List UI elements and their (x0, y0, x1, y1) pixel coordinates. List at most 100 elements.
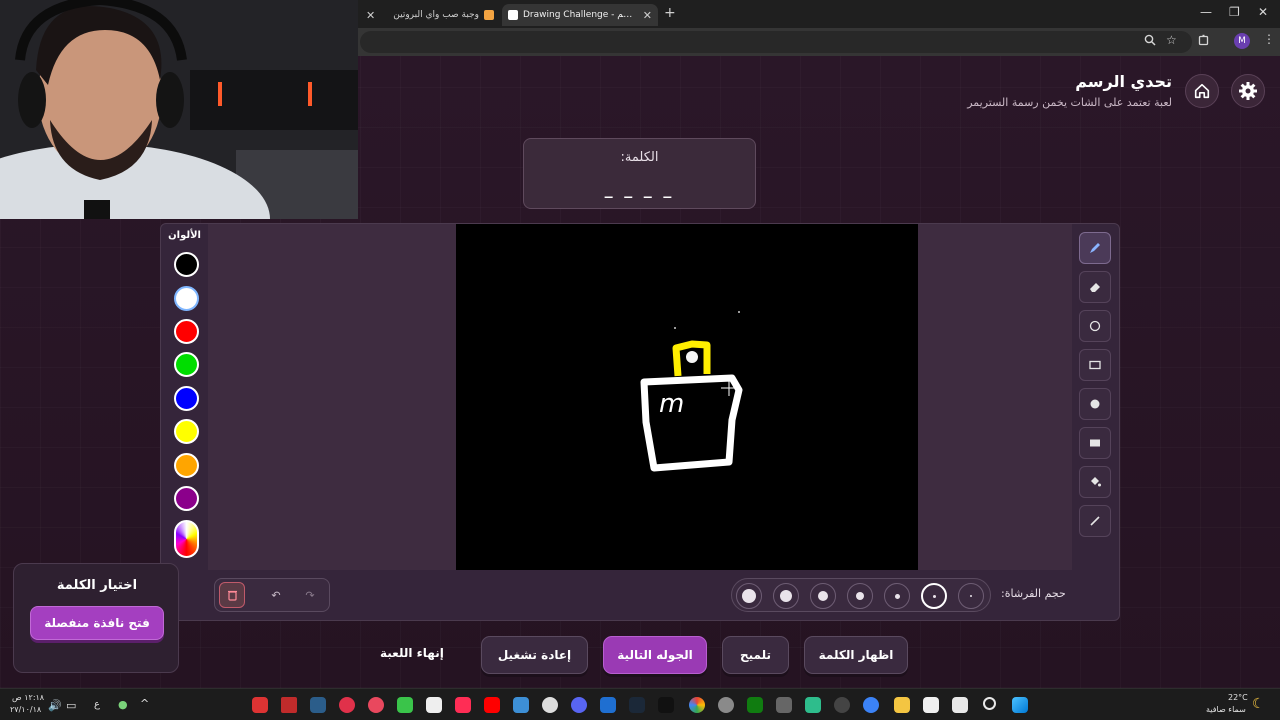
app-icon-22[interactable] (863, 697, 879, 713)
restore-window-icon[interactable]: ❐ (1229, 5, 1240, 19)
redo-button[interactable]: ↷ (297, 582, 323, 608)
webcam-overlay (0, 0, 358, 219)
settings-button[interactable] (1231, 74, 1265, 108)
word-pick-card: اختيار الكلمة فتح نافذة منفصلة (13, 563, 179, 673)
tab-favicon-icon (508, 10, 518, 20)
network-icon[interactable]: ▭ (66, 699, 76, 712)
notepad-icon[interactable] (923, 697, 939, 713)
drawing-sketch (640, 311, 743, 472)
start-menu-icon[interactable] (1012, 697, 1028, 713)
app-icon-2[interactable] (281, 697, 297, 713)
brush-size-sm[interactable] (847, 583, 873, 609)
volume-icon[interactable]: 🔊 (48, 699, 62, 712)
steam-icon[interactable] (629, 697, 645, 713)
settings-app-icon[interactable] (718, 697, 734, 713)
eraser-tool-button[interactable] (1079, 271, 1111, 303)
clock-date[interactable]: ٢٧/١٠/١٨ (10, 705, 41, 714)
weather-desc[interactable]: سماء صافية (1206, 705, 1246, 714)
clock-time[interactable]: ١٢:١٨ ص (12, 693, 44, 702)
profile-avatar[interactable]: M (1234, 33, 1250, 49)
app-icon-20[interactable] (805, 697, 821, 713)
app-icon-11[interactable] (542, 697, 558, 713)
app-icon-3[interactable] (310, 697, 326, 713)
color-swatch-green[interactable] (174, 352, 199, 377)
line-tool-button[interactable] (1079, 505, 1111, 537)
app-icon-5[interactable] (368, 697, 384, 713)
next-round-button[interactable]: الجوله التالية (603, 636, 707, 674)
weather-temp[interactable]: 22°C (1228, 693, 1248, 702)
brush-size-xs[interactable] (884, 583, 910, 609)
color-swatch-orange[interactable] (174, 453, 199, 478)
chrome-icon[interactable] (689, 697, 705, 713)
task-view-icon[interactable] (952, 697, 968, 713)
minimize-window-icon[interactable]: — (1200, 5, 1212, 19)
app-icon-7[interactable] (426, 697, 442, 713)
zoom-icon[interactable] (1144, 34, 1156, 49)
new-tab-icon[interactable]: + (664, 5, 676, 21)
rectangle-filled-tool-button[interactable] (1079, 427, 1111, 459)
app-icon-8[interactable] (455, 697, 471, 713)
address-bar[interactable] (360, 31, 1192, 53)
windows-taskbar: ١٢:١٨ ص ٢٧/١٠/١٨ 🔊 ▭ ع ● ^ 22°C سماء صاف… (0, 688, 1280, 720)
show-word-button[interactable]: اظهار الكلمة (804, 636, 908, 674)
custom-color-picker[interactable] (174, 520, 199, 558)
end-game-button[interactable]: إنهاء اللعبة (380, 646, 444, 660)
circle-outline-tool-button[interactable] (1079, 310, 1111, 342)
open-separate-window-button[interactable]: فتح نافذة منفصلة (30, 606, 164, 640)
app-icon-13[interactable] (600, 697, 616, 713)
brush-size-min[interactable] (958, 583, 984, 609)
word-box: الكلمة: _ _ _ _ (523, 138, 756, 209)
language-indicator[interactable]: ع (94, 699, 100, 710)
brush-size-xl[interactable] (736, 583, 762, 609)
rectangle-outline-tool-button[interactable] (1079, 349, 1111, 381)
trash-icon (227, 590, 237, 601)
browser-tab[interactable]: ✕ وجبة صب واي البروتين (360, 4, 500, 26)
circle-outline-icon (1089, 320, 1101, 332)
app-icon-10[interactable] (513, 697, 529, 713)
color-swatch-white[interactable] (174, 286, 199, 311)
close-tab-icon[interactable]: ✕ (366, 9, 375, 22)
file-explorer-icon[interactable] (894, 697, 910, 713)
hint-button[interactable]: تلميح (722, 636, 789, 674)
discord-icon[interactable] (571, 697, 587, 713)
tab-title: Drawing Challenge - تحدي الرسم (523, 10, 638, 20)
app-icon-6[interactable] (397, 697, 413, 713)
search-icon[interactable] (983, 697, 996, 710)
app-icon-21[interactable] (834, 697, 850, 713)
clear-canvas-button[interactable] (219, 582, 245, 608)
xbox-icon[interactable] (747, 697, 763, 713)
drawing-canvas[interactable]: m (456, 224, 918, 570)
undo-icon: ↶ (271, 588, 281, 602)
colors-title: الألوان (168, 230, 201, 241)
color-swatch-blue[interactable] (174, 386, 199, 411)
restart-button[interactable]: إعادة تشغيل (481, 636, 588, 674)
brush-size-md[interactable] (810, 583, 836, 609)
home-button[interactable] (1185, 74, 1219, 108)
calculator-icon[interactable] (776, 697, 792, 713)
fill-bucket-tool-button[interactable] (1079, 466, 1111, 498)
brush-size-lg[interactable] (773, 583, 799, 609)
browser-tab-active[interactable]: Drawing Challenge - تحدي الرسم ✕ (502, 4, 658, 26)
extensions-icon[interactable] (1198, 34, 1210, 49)
color-swatch-red[interactable] (174, 319, 199, 344)
brush-tool-button[interactable] (1079, 232, 1111, 264)
app-icon-4[interactable] (339, 697, 355, 713)
tiktok-icon[interactable] (658, 697, 674, 713)
undo-button[interactable]: ↶ (263, 582, 289, 608)
streamer-webcam-image (0, 0, 358, 219)
line-icon (1090, 516, 1100, 526)
bookmark-star-icon[interactable]: ☆ (1166, 33, 1177, 47)
brush-size-xxs[interactable] (921, 583, 947, 609)
color-swatch-yellow[interactable] (174, 419, 199, 444)
color-swatch-purple[interactable] (174, 486, 199, 511)
app-icon-1[interactable] (252, 697, 268, 713)
close-tab-icon[interactable]: ✕ (643, 9, 652, 22)
circle-filled-tool-button[interactable] (1079, 388, 1111, 420)
close-window-icon[interactable]: ✕ (1258, 5, 1268, 19)
browser-menu-icon[interactable]: ⋮ (1263, 32, 1275, 46)
microphone-icon[interactable]: ● (118, 698, 128, 711)
fill-bucket-icon (1091, 477, 1101, 487)
youtube-icon[interactable] (484, 697, 500, 713)
color-swatch-black[interactable] (174, 252, 199, 277)
tray-expand-icon[interactable]: ^ (140, 697, 149, 710)
